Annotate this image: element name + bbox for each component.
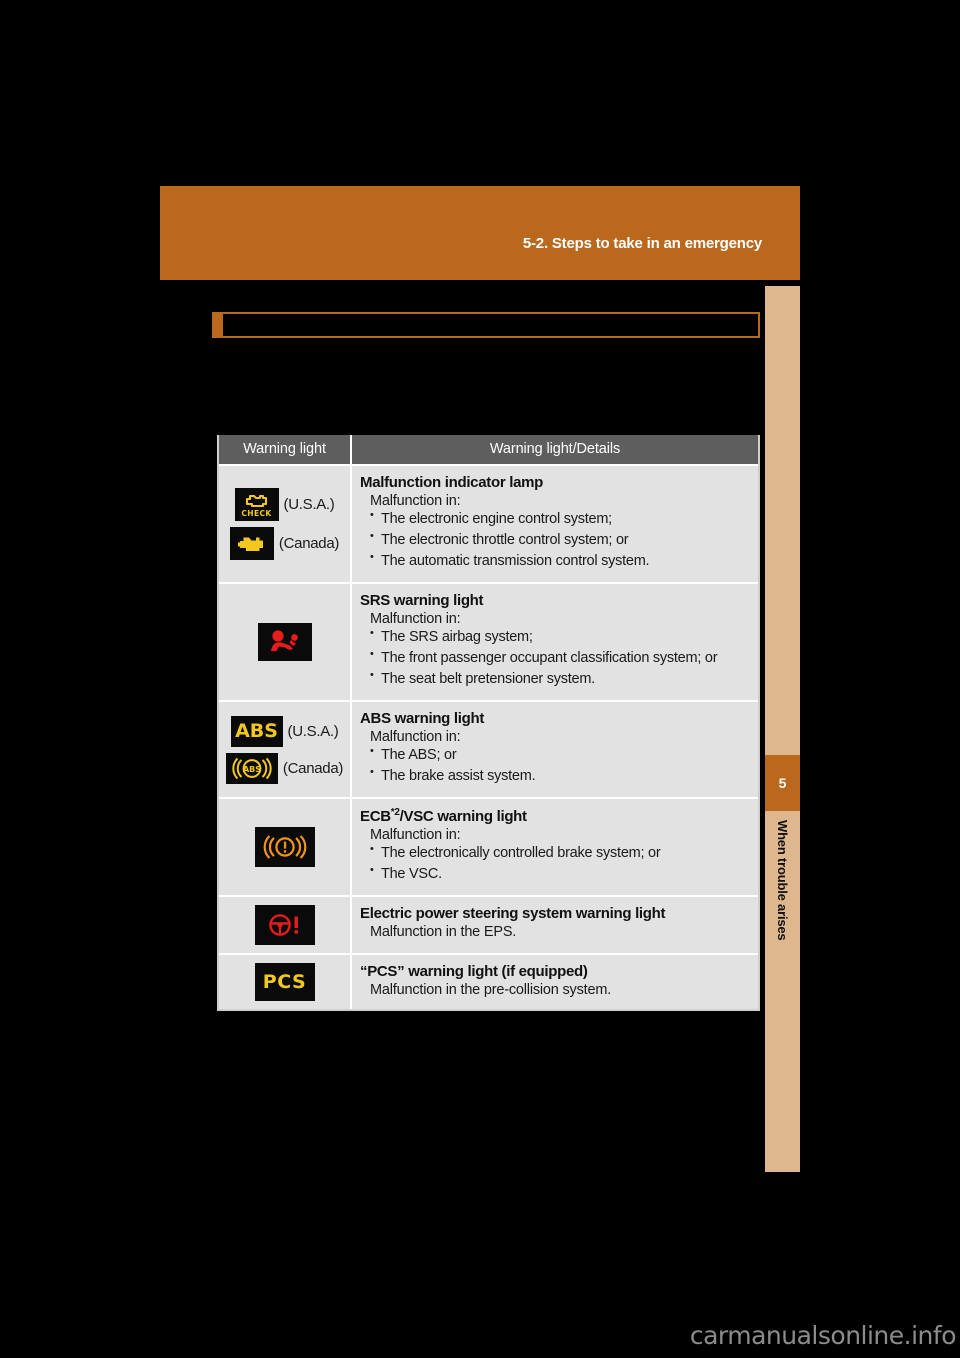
warning-details-cell: ECB*2/VSC warning light Malfunction in: … [352, 799, 758, 895]
warning-name: ABS warning light [360, 710, 485, 728]
warning-bullet-list: The SRS airbag system; The front passeng… [370, 626, 748, 690]
svg-text:ABS: ABS [243, 765, 261, 774]
icon-variant-line: CHECK (U.S.A.) [234, 488, 335, 522]
warning-name-footnote: *2 [390, 807, 400, 819]
malfunction-lamp-check-text: CHECK [241, 508, 272, 518]
page-title: 5-2. Steps to take in an emergency [522, 235, 762, 252]
list-item: The seat belt pretensioner system. [370, 668, 748, 690]
region-label-usa: (U.S.A.) [283, 496, 335, 514]
warning-subtitle: Malfunction in: [370, 611, 461, 628]
chapter-number-tab: 5 [765, 755, 800, 811]
warning-subtitle: Malfunction in the pre-collision system. [370, 982, 612, 999]
warning-name: “PCS” warning light (if equipped) [360, 963, 588, 981]
chapter-label-wrap: When trouble arises [765, 820, 800, 940]
pcs-warning-icon: PCS [254, 963, 315, 1002]
malfunction-indicator-lamp-canada-icon [229, 527, 274, 561]
region-label-usa: (U.S.A.) [287, 722, 339, 740]
warning-name: Electric power steering system warning l… [360, 905, 666, 923]
chapter-number: 5 [778, 775, 787, 791]
warning-light-table: Warning light Warning light/Details CHEC… [217, 435, 760, 1012]
table-row: PCS “PCS” warning light (if equipped) Ma… [219, 953, 758, 1010]
warning-details-cell: Malfunction indicator lamp Malfunction i… [352, 466, 758, 582]
warning-name: SRS warning light [360, 592, 484, 610]
table-row: Electric power steering system warning l… [219, 895, 758, 954]
warning-details-cell: Electric power steering system warning l… [352, 897, 758, 953]
list-item: The brake assist system. [370, 765, 748, 787]
warning-name-main: ECB [360, 808, 391, 826]
warning-light-cell [219, 799, 352, 896]
table-row: CHECK (U.S.A.) (Canada) Malfunction indi… [219, 464, 758, 583]
table-row: ECB*2/VSC warning light Malfunction in: … [219, 797, 758, 896]
warning-name-rest: /VSC warning light [399, 808, 527, 826]
pcs-label-text: PCS [262, 971, 307, 994]
column-header-warning-light: Warning light [219, 435, 352, 464]
section-title-bar [212, 312, 760, 338]
icon-variant-line: ABS (U.S.A.) [230, 715, 339, 747]
list-item: The ABS; or [370, 744, 748, 766]
table-row: ABS (U.S.A.) ABS (Canada) ABS warning li… [219, 700, 758, 798]
warning-bullet-list: The electronically controlled brake syst… [370, 842, 748, 885]
warning-subtitle: Malfunction in: [370, 729, 461, 746]
warning-light-cell [219, 897, 352, 954]
warning-subtitle: Malfunction in: [370, 827, 461, 844]
warning-light-cell: PCS [219, 955, 352, 1010]
list-item: The electronically controlled brake syst… [370, 842, 748, 864]
section-title-tab [212, 312, 223, 338]
icon-variant-line: ABS (Canada) [225, 752, 344, 784]
list-item: The VSC. [370, 863, 748, 885]
list-item: The electronic throttle control system; … [370, 529, 748, 551]
region-label-canada: (Canada) [282, 759, 344, 777]
abs-warning-usa-icon: ABS [230, 715, 283, 747]
ecb-vsc-brake-warning-icon [254, 827, 315, 868]
list-item: The front passenger occupant classificat… [370, 647, 748, 669]
table-header-row: Warning light Warning light/Details [219, 435, 758, 464]
watermark: carmanualsonline.info [689, 1321, 957, 1350]
warning-bullet-list: The ABS; or The brake assist system. [370, 744, 748, 787]
electric-power-steering-warning-icon [254, 905, 315, 946]
warning-light-cell [219, 584, 352, 701]
manual-page: 5-2. Steps to take in an emergency Warni… [0, 0, 960, 1358]
table-row: SRS warning light Malfunction in: The SR… [219, 582, 758, 701]
list-item: The SRS airbag system; [370, 626, 748, 648]
abs-label-text: ABS [235, 720, 278, 743]
warning-details-cell: “PCS” warning light (if equipped) Malfun… [352, 955, 758, 1009]
region-label-canada: (Canada) [278, 535, 340, 553]
warning-name: Malfunction indicator lamp [360, 474, 544, 491]
list-item: The automatic transmission control syste… [370, 550, 748, 572]
page-header-banner: 5-2. Steps to take in an emergency [160, 186, 800, 280]
warning-details-cell: ABS warning light Malfunction in: The AB… [352, 702, 758, 797]
icon-variant-line: (Canada) [229, 527, 340, 561]
warning-name: ECB*2/VSC warning light [360, 807, 748, 825]
chapter-sidebar: 5 When trouble arises [765, 286, 800, 1172]
warning-bullet-list: The electronic engine control system; Th… [370, 508, 748, 572]
warning-details-cell: SRS warning light Malfunction in: The SR… [352, 584, 758, 700]
abs-warning-canada-icon: ABS [225, 752, 278, 784]
list-item: The electronic engine control system; [370, 508, 748, 530]
malfunction-indicator-lamp-usa-icon: CHECK [234, 488, 279, 522]
chapter-label: When trouble arises [775, 820, 790, 941]
warning-subtitle: Malfunction in: [370, 493, 461, 509]
warning-subtitle: Malfunction in the EPS. [370, 924, 517, 941]
warning-light-cell: ABS (U.S.A.) ABS (Canada) [219, 702, 352, 798]
srs-airbag-warning-icon [257, 623, 312, 662]
warning-light-cell: CHECK (U.S.A.) (Canada) [219, 466, 352, 583]
column-header-warning-details: Warning light/Details [489, 441, 621, 457]
